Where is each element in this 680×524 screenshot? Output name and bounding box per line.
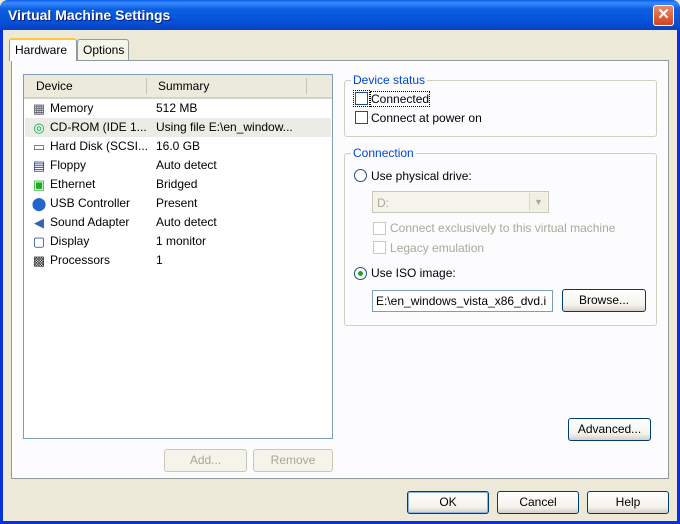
- cdrom-icon: ◎: [33, 120, 45, 135]
- device-summary: Auto detect: [156, 215, 217, 229]
- physical-drive-select[interactable]: D: ▼: [372, 191, 549, 213]
- device-row[interactable]: ◎ CD-ROM (IDE 1... Using file E:\en_window…: [25, 118, 331, 137]
- device-summary: 16.0 GB: [156, 139, 201, 153]
- tab-options-label: Options: [83, 43, 125, 57]
- device-name: Ethernet: [50, 177, 96, 191]
- help-button[interactable]: Help: [587, 491, 669, 514]
- processor-icon: ▩: [32, 253, 46, 268]
- connect-exclusively-label[interactable]: Connect exclusively to this virtual mach…: [390, 221, 615, 235]
- device-status-title: Device status: [351, 73, 428, 87]
- device-row[interactable]: ▭ Hard Disk (SCSI... 16.0 GB: [25, 137, 331, 156]
- floppy-icon: ▤: [32, 158, 46, 173]
- device-row[interactable]: ▤ Floppy Auto detect: [25, 156, 331, 175]
- display-icon: ▢: [32, 234, 46, 249]
- device-row[interactable]: ▩ Processors 1: [25, 251, 331, 270]
- column-header-device[interactable]: Device: [36, 79, 73, 93]
- use-iso-image-label[interactable]: Use ISO image:: [371, 266, 456, 280]
- ok-button[interactable]: OK: [407, 491, 489, 514]
- device-list-header: Device Summary: [24, 75, 332, 99]
- connect-exclusively-checkbox[interactable]: [373, 222, 386, 235]
- device-row[interactable]: ▦ Memory 512 MB: [25, 99, 331, 118]
- browse-button[interactable]: Browse...: [562, 289, 646, 312]
- cancel-button[interactable]: Cancel: [497, 491, 579, 514]
- device-row[interactable]: ▣ Ethernet Bridged: [25, 175, 331, 194]
- title-bar[interactable]: Virtual Machine Settings ✕: [0, 0, 680, 30]
- advanced-button[interactable]: Advanced...: [568, 418, 651, 441]
- device-summary: Bridged: [156, 177, 198, 191]
- connected-label[interactable]: Connected: [369, 91, 431, 107]
- device-list[interactable]: Device Summary ▦ Memory 512 MB ◎ CD-ROM (IDE…: [23, 74, 333, 439]
- chevron-down-icon[interactable]: ▼: [529, 193, 547, 211]
- device-name: Floppy: [50, 158, 87, 172]
- connected-checkbox[interactable]: [353, 90, 370, 107]
- device-summary: Using file E:\en_window...: [156, 120, 293, 134]
- device-row[interactable]: ◀ Sound Adapter Auto detect: [25, 213, 331, 232]
- memory-icon: ▦: [32, 101, 46, 116]
- tab-hardware-label: Hardware: [15, 43, 68, 57]
- usb-icon: ⬤: [31, 196, 47, 211]
- device-name: Memory: [50, 101, 94, 115]
- connection-title: Connection: [351, 146, 416, 160]
- column-separator[interactable]: [306, 78, 307, 94]
- add-button[interactable]: Add...: [164, 449, 247, 472]
- connect-at-power-on-label[interactable]: Connect at power on: [371, 111, 482, 125]
- iso-image-path-input[interactable]: E:\en_windows_vista_x86_dvd.i: [372, 290, 553, 312]
- use-iso-image-radio[interactable]: [354, 267, 367, 280]
- physical-drive-value: D:: [377, 196, 389, 210]
- device-name: Hard Disk (SCSI...: [50, 139, 149, 153]
- legacy-emulation-checkbox[interactable]: [373, 241, 386, 254]
- speaker-icon: ◀: [34, 215, 44, 230]
- device-row[interactable]: ▢ Display 1 monitor: [25, 232, 331, 251]
- device-summary: 1 monitor: [156, 234, 207, 248]
- close-icon: ✕: [657, 6, 670, 23]
- column-header-summary[interactable]: Summary: [158, 79, 209, 93]
- use-physical-drive-label[interactable]: Use physical drive:: [371, 169, 472, 183]
- close-button[interactable]: ✕: [653, 5, 674, 26]
- radio-selected-dot: [358, 271, 363, 276]
- device-status-group: [344, 80, 657, 137]
- column-separator[interactable]: [146, 78, 147, 94]
- use-physical-drive-radio[interactable]: [354, 169, 367, 182]
- device-name: Display: [50, 234, 90, 248]
- device-row[interactable]: ⬤ USB Controller Present: [25, 194, 331, 213]
- device-summary: 512 MB: [156, 101, 198, 115]
- hard-disk-icon: ▭: [32, 139, 46, 154]
- device-name: Sound Adapter: [50, 215, 130, 229]
- device-summary: Auto detect: [156, 158, 217, 172]
- device-name: Processors: [50, 253, 111, 267]
- legacy-emulation-label[interactable]: Legacy emulation: [390, 241, 484, 255]
- device-summary: 1: [156, 253, 163, 267]
- tab-hardware[interactable]: Hardware: [9, 38, 77, 61]
- device-name: CD-ROM (IDE 1...: [50, 120, 147, 134]
- window-title: Virtual Machine Settings: [8, 7, 171, 23]
- connect-at-power-on-checkbox[interactable]: [355, 111, 368, 124]
- device-summary: Present: [156, 196, 198, 210]
- tab-options[interactable]: Options: [77, 39, 129, 60]
- ethernet-icon: ▣: [32, 177, 46, 192]
- remove-button[interactable]: Remove: [253, 449, 333, 472]
- device-name: USB Controller: [50, 196, 131, 210]
